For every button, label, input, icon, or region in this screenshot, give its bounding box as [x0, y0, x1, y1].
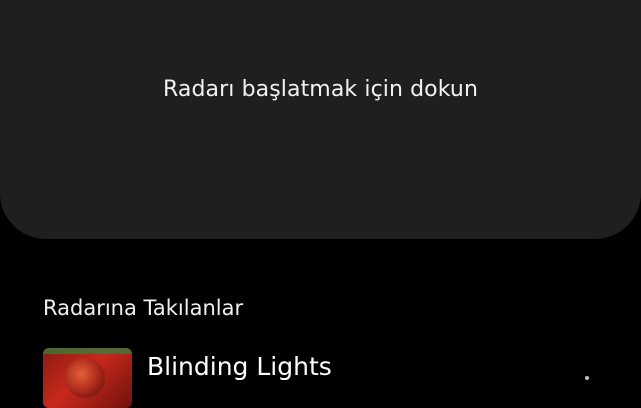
track-title: Blinding Lights [147, 352, 332, 381]
album-art-band [43, 348, 132, 354]
album-art-image [43, 348, 132, 408]
section-title-radar-history: Radarına Takılanlar [43, 296, 244, 320]
radar-start-area[interactable]: Radarı başlatmak için dokun [0, 0, 641, 239]
list-item-track[interactable]: Blinding Lights [43, 348, 641, 408]
more-options-icon[interactable] [585, 376, 589, 380]
album-art-figure [65, 358, 105, 398]
radar-start-prompt: Radarı başlatmak için dokun [163, 77, 478, 102]
